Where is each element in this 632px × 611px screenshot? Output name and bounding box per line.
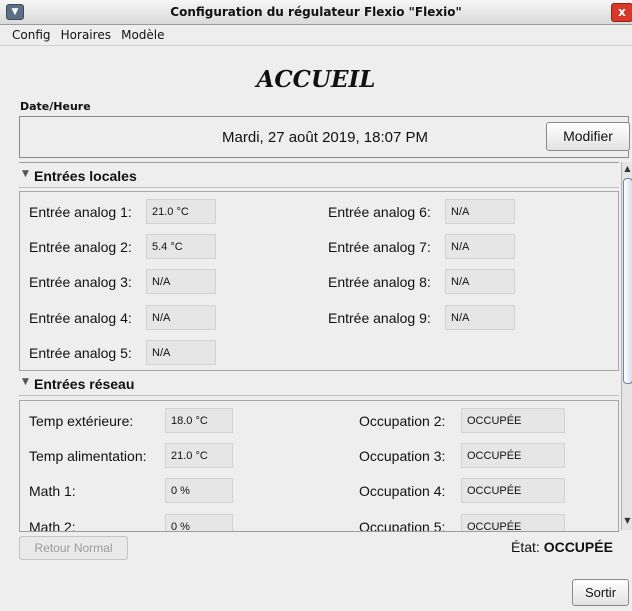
local-inputs-header[interactable]: ▼ Entrées locales	[19, 165, 619, 188]
etat-value: OCCUPÉE	[543, 539, 613, 555]
local-left-value: 5.4 °C	[146, 234, 216, 259]
local-right-value: N/A	[445, 234, 515, 259]
scrollbar-thumb[interactable]	[623, 178, 632, 384]
menu-modele[interactable]: Modèle	[121, 25, 164, 45]
menu-config[interactable]: Config	[12, 25, 51, 45]
local-right-value: N/A	[445, 305, 515, 330]
modifier-button[interactable]: Modifier	[546, 122, 630, 151]
datetime-label: Date/Heure	[20, 100, 91, 113]
vertical-scrollbar[interactable]: ▲ ▼	[621, 162, 632, 530]
local-right-label: Entrée analog 8:	[328, 274, 431, 290]
datetime-value: Mardi, 27 août 2019, 18:07 PM	[222, 129, 428, 146]
arrow-up-icon[interactable]: ▲	[622, 162, 632, 176]
local-right-label: Entrée analog 7:	[328, 239, 431, 255]
title-bar: ▼ Configuration du régulateur Flexio "Fl…	[0, 0, 632, 25]
network-right-value: OCCUPÉE	[461, 408, 565, 433]
datetime-panel: Mardi, 27 août 2019, 18:07 PM	[19, 116, 629, 158]
inputs-scroll-area[interactable]: ▼ Entrées locales Entrée analog 1: 21.0 …	[19, 162, 619, 532]
local-left-label: Entrée analog 5:	[29, 345, 132, 361]
menu-horaires[interactable]: Horaires	[61, 25, 111, 45]
local-inputs-title: Entrées locales	[34, 168, 137, 184]
triangle-down-icon[interactable]: ▼	[22, 169, 29, 179]
network-right-label: Occupation 3:	[359, 448, 446, 464]
page-title: ACCUEIL	[256, 66, 376, 93]
triangle-down-icon[interactable]: ▼	[22, 377, 29, 387]
local-left-value: N/A	[146, 269, 216, 294]
local-right-label: Entrée analog 9:	[328, 310, 431, 326]
local-right-value: N/A	[445, 199, 515, 224]
network-right-value: OCCUPÉE	[461, 478, 565, 503]
network-left-label: Temp alimentation:	[29, 448, 147, 464]
network-inputs-title: Entrées réseau	[34, 376, 135, 392]
arrow-down-icon[interactable]: ▼	[622, 514, 632, 528]
local-left-label: Entrée analog 4:	[29, 310, 132, 326]
local-left-value: N/A	[146, 305, 216, 330]
network-left-value: 0 %	[165, 478, 233, 503]
network-right-value: OCCUPÉE	[461, 514, 565, 531]
network-left-label: Math 2:	[29, 519, 76, 532]
local-left-value: 21.0 °C	[146, 199, 216, 224]
local-right-value: N/A	[445, 269, 515, 294]
network-right-label: Occupation 5:	[359, 519, 446, 532]
network-right-value: OCCUPÉE	[461, 443, 565, 468]
local-inputs-panel: Entrée analog 1: 21.0 °C Entrée analog 2…	[19, 191, 619, 371]
etat-label: État:	[511, 539, 540, 555]
network-right-label: Occupation 2:	[359, 413, 446, 429]
network-right-label: Occupation 4:	[359, 483, 446, 499]
local-left-label: Entrée analog 1:	[29, 204, 132, 220]
network-left-value: 0 %	[165, 514, 233, 531]
network-left-label: Math 1:	[29, 483, 76, 499]
local-right-label: Entrée analog 6:	[328, 204, 431, 220]
window-title: Configuration du régulateur Flexio "Flex…	[170, 5, 462, 19]
etat-status: État: OCCUPÉE	[511, 539, 613, 555]
close-icon[interactable]: x	[611, 3, 632, 22]
menu-bar: Config Horaires Modèle	[0, 25, 632, 46]
sortir-button[interactable]: Sortir	[572, 579, 629, 606]
local-left-label: Entrée analog 3:	[29, 274, 132, 290]
network-left-label: Temp extérieure:	[29, 413, 134, 429]
network-inputs-header[interactable]: ▼ Entrées réseau	[19, 373, 619, 396]
local-left-value: N/A	[146, 340, 216, 365]
network-left-value: 21.0 °C	[165, 443, 233, 468]
network-inputs-panel: Temp extérieure: 18.0 °C Temp alimentati…	[19, 400, 619, 532]
network-left-value: 18.0 °C	[165, 408, 233, 433]
local-left-label: Entrée analog 2:	[29, 239, 132, 255]
retour-normal-button[interactable]: Retour Normal	[19, 536, 128, 560]
